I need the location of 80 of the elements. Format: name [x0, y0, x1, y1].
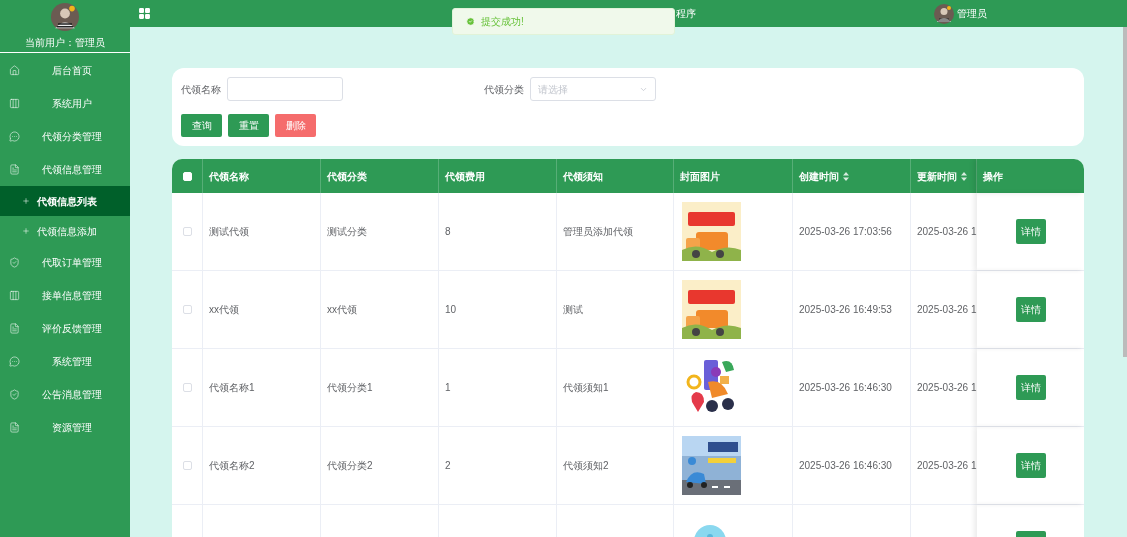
table-cell-text: 代领名称1: [209, 381, 255, 395]
input-field[interactable]: [227, 77, 343, 101]
sidebar-subitem[interactable]: 代领信息添加: [0, 216, 130, 246]
table-cell-text: 代领名称2: [209, 459, 255, 473]
sidebar-item[interactable]: 评价反馈管理: [0, 312, 130, 345]
column-header: 代领费用: [445, 169, 485, 184]
checkbox[interactable]: [182, 227, 192, 236]
field-label: 代领分类: [484, 82, 524, 97]
action-button[interactable]: 重置: [228, 114, 269, 137]
detail-button[interactable]: 详情: [1015, 453, 1046, 478]
user-name: 管理员: [957, 7, 987, 21]
action-button[interactable]: 查询: [181, 114, 222, 137]
detail-button[interactable]: 详情: [1015, 297, 1046, 322]
chat-icon: [9, 131, 20, 142]
column-header: 创建时间: [799, 169, 839, 184]
sidebar-item[interactable]: 代领分类管理: [0, 120, 130, 153]
sidebar-item[interactable]: 资源管理: [0, 411, 130, 444]
sidebar-item[interactable]: 系统用户: [0, 87, 130, 120]
columns-icon: [9, 290, 20, 301]
table-cell-text: 管理员添加代领: [563, 225, 633, 239]
sidebar-item[interactable]: 公告消息管理: [0, 378, 130, 411]
table-cell-text: 代领须知2: [563, 459, 609, 473]
sort-icon[interactable]: [961, 171, 967, 181]
current-user: 当前用户：管理员: [25, 36, 105, 50]
grid-icon[interactable]: [138, 7, 151, 20]
sidebar-item[interactable]: 后台首页: [0, 54, 130, 87]
table-cell-text: 2025-03-26 1: [917, 459, 977, 473]
app-title: 程序: [676, 7, 696, 21]
doc-icon: [9, 422, 20, 433]
success-icon: [466, 17, 475, 26]
sidebar-item[interactable]: 代取订单管理: [0, 246, 130, 279]
shield-icon: [9, 389, 20, 400]
avatar: [934, 3, 954, 24]
table-cell-text: xx代领: [209, 303, 239, 317]
column-header: 代领须知: [563, 169, 603, 184]
table-cell-text: 2025-03-26 1: [917, 381, 977, 395]
action-button[interactable]: 删除: [275, 114, 316, 137]
table-cell-text: 代领分类1: [327, 381, 373, 395]
doc-icon: [9, 164, 20, 175]
plus-icon: [22, 197, 30, 205]
checkbox[interactable]: [182, 305, 192, 314]
plus-icon: [22, 227, 30, 235]
table-cell-text: 2025-03-26 16:46:30: [799, 381, 892, 395]
column-header: 更新时间: [917, 169, 957, 184]
columns-icon: [9, 98, 20, 109]
table-cell-text: 2025-03-26 16:49:53: [799, 303, 892, 317]
home-icon: [9, 65, 20, 76]
table-cell-text: 代领须知1: [563, 381, 609, 395]
sidebar-item[interactable]: 接单信息管理: [0, 279, 130, 312]
sidebar-item[interactable]: 代领信息管理: [0, 153, 130, 186]
avatar: [51, 3, 79, 31]
toast-message: 提交成功!: [481, 15, 524, 29]
doc-icon: [9, 323, 20, 334]
chat-icon: [9, 356, 20, 367]
table-cell-text: 测试分类: [327, 225, 367, 239]
table-cell-text: 代领分类2: [327, 459, 373, 473]
table-cell-text: xx代领: [327, 303, 357, 317]
column-header: 封面图片: [680, 169, 720, 184]
table-cell-text: 测试: [563, 303, 583, 317]
table-cell-text: 测试代领: [209, 225, 249, 239]
table-cell-text: 2: [445, 459, 451, 473]
table-cell-text: 1: [445, 381, 451, 395]
table-cell-text: 10: [445, 303, 457, 317]
field-label: 代领名称: [181, 82, 221, 97]
detail-button[interactable]: 详情: [1015, 375, 1046, 400]
column-header: 代领名称: [209, 169, 249, 184]
column-header: 操作: [983, 169, 1003, 184]
table-cell-text: 2025-03-26 1: [917, 225, 977, 239]
shield-icon: [9, 257, 20, 268]
sidebar-item[interactable]: 系统管理: [0, 345, 130, 378]
table-cell-text: 2025-03-26 16:46:30: [799, 459, 892, 473]
checkbox[interactable]: [182, 461, 192, 470]
sort-icon[interactable]: [843, 171, 849, 181]
table-cell-text: 2025-03-26 1: [917, 303, 977, 317]
table-cell-text: 2025-03-26 17:03:56: [799, 225, 892, 239]
detail-button[interactable]: 详情: [1015, 219, 1046, 244]
checkbox[interactable]: [182, 383, 192, 392]
column-header: 代领分类: [327, 169, 367, 184]
sidebar-subitem[interactable]: 代领信息列表: [0, 186, 130, 216]
table-cell-text: 8: [445, 225, 451, 239]
